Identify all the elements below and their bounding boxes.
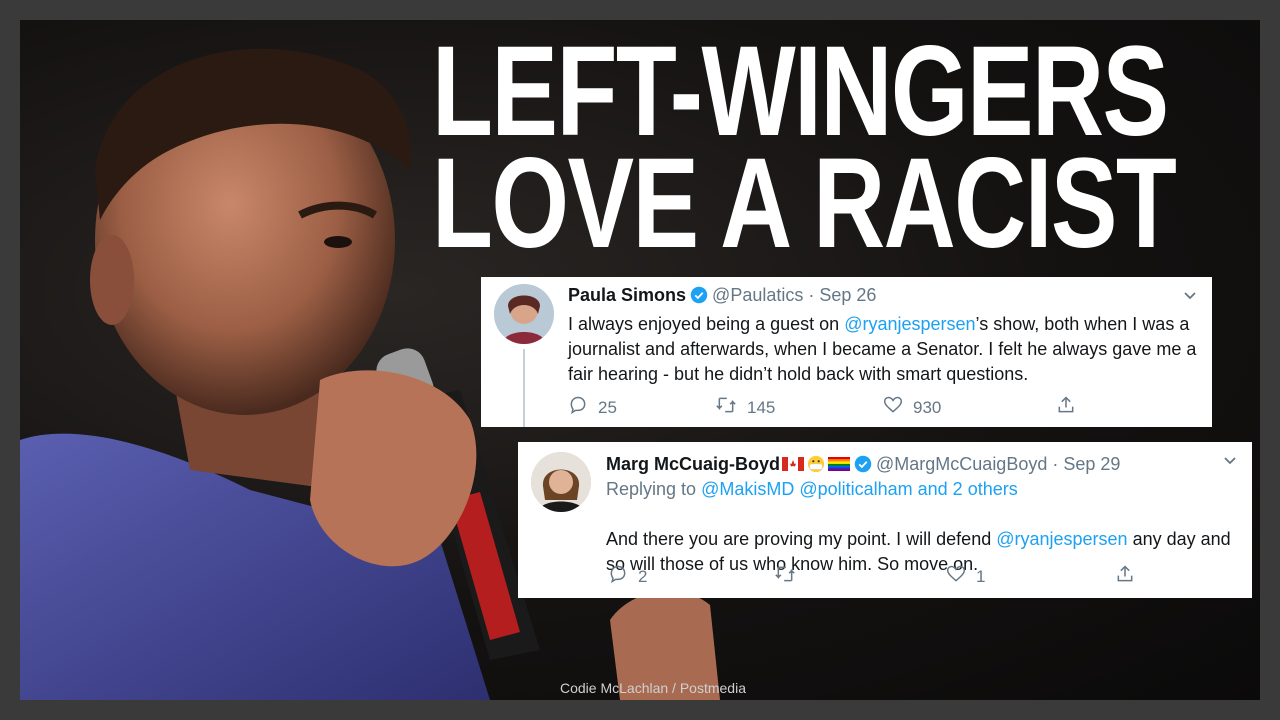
tweet-header: Marg McCuaig-Boyd @MargMcCuaigBoyd · Sep … [606, 454, 1120, 478]
verified-icon [854, 455, 872, 478]
avatar[interactable] [531, 452, 591, 512]
mask-face-icon [807, 455, 825, 473]
handle[interactable]: @Paulatics [712, 285, 803, 305]
verified-icon [690, 286, 708, 309]
emoji-flags [780, 454, 851, 474]
chevron-down-icon[interactable] [1182, 287, 1198, 308]
thumbnail-frame: LEFT-WINGERS LOVE A RACIST Codie McLachl… [20, 20, 1260, 700]
tweet-text: I always enjoyed being a guest on [568, 314, 845, 334]
thread-line [523, 349, 525, 427]
share-icon [1115, 564, 1135, 589]
display-name[interactable]: Marg McCuaig-Boyd [606, 454, 780, 474]
reply-count: 2 [638, 566, 648, 586]
tweet-body: And there you are proving my point. I wi… [606, 527, 1246, 577]
separator: · [1052, 454, 1059, 474]
like-icon [883, 395, 903, 420]
tweet-card[interactable]: Paula Simons @Paulatics · Sep 26 I always… [481, 277, 1212, 427]
replying-to: Replying to @MakisMD @politicalham and 2… [606, 479, 1018, 500]
like-count: 930 [913, 397, 942, 417]
avatar[interactable] [494, 284, 554, 344]
rainbow-flag-icon [828, 457, 851, 471]
share-icon [1056, 395, 1076, 420]
tweet-date[interactable]: Sep 29 [1063, 454, 1120, 474]
chevron-down-icon[interactable] [1222, 452, 1238, 473]
tweet-header: Paula Simons @Paulatics · Sep 26 [568, 285, 876, 309]
reply-icon [608, 564, 628, 589]
reply-icon [568, 395, 588, 420]
retweet-icon [774, 564, 796, 589]
photo-credit: Codie McLachlan / Postmedia [560, 680, 746, 696]
like-count: 1 [976, 566, 986, 586]
display-name[interactable]: Paula Simons [568, 285, 686, 305]
reply-count: 25 [598, 397, 617, 417]
mention-link[interactable]: @ryanjespersen [996, 529, 1127, 549]
share-button[interactable] [1056, 395, 1076, 420]
share-button[interactable] [1115, 564, 1135, 589]
tweet-body: I always enjoyed being a guest on @ryanj… [568, 312, 1208, 387]
retweet-button[interactable]: 145 [715, 395, 775, 420]
headline-line-2: LOVE A RACIST [432, 132, 1177, 275]
reply-button[interactable]: 2 [608, 564, 647, 589]
like-button[interactable]: 930 [883, 395, 941, 420]
retweet-count: 145 [747, 397, 776, 417]
retweet-icon [715, 395, 737, 420]
replying-targets[interactable]: @MakisMD @politicalham and 2 others [701, 479, 1018, 499]
like-button[interactable]: 1 [946, 564, 985, 589]
retweet-button[interactable] [774, 564, 806, 589]
like-icon [946, 564, 966, 589]
replying-label: Replying to [606, 479, 702, 499]
tweet-card[interactable]: Marg McCuaig-Boyd @MargMcCuaigBoyd · Sep … [518, 442, 1252, 598]
reply-button[interactable]: 25 [568, 395, 617, 420]
mention-link[interactable]: @ryanjespersen [844, 314, 975, 334]
separator: · [808, 285, 815, 305]
tweet-date[interactable]: Sep 26 [819, 285, 876, 305]
headline: LEFT-WINGERS LOVE A RACIST [432, 28, 1177, 275]
handle[interactable]: @MargMcCuaigBoyd [876, 454, 1047, 474]
canada-flag-icon [782, 457, 805, 471]
tweet-text: And there you are proving my point. I wi… [606, 529, 997, 549]
